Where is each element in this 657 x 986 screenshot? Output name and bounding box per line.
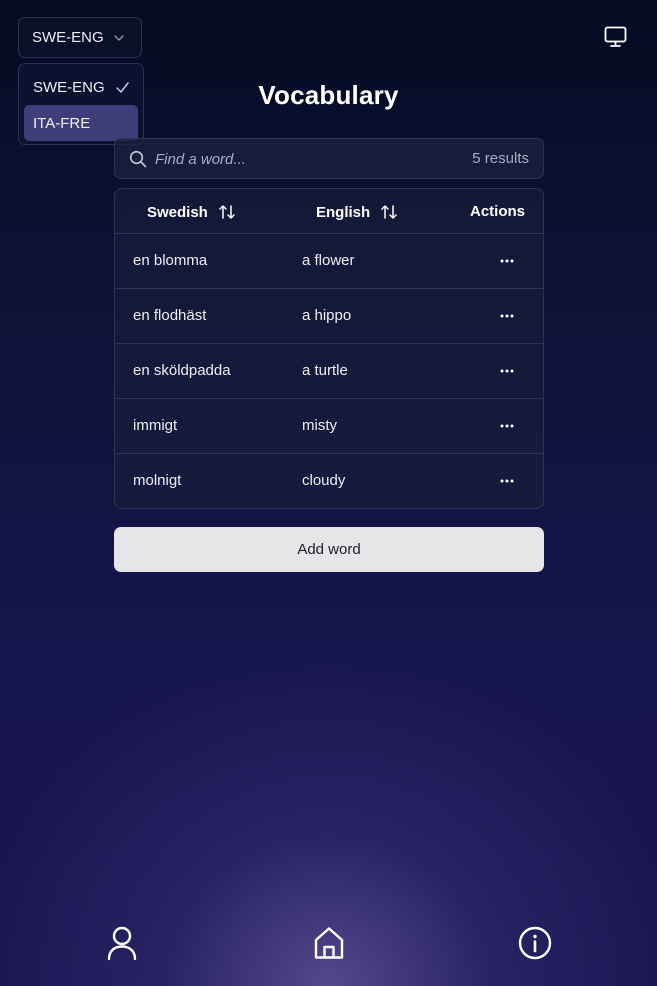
column-header-english[interactable]: English xyxy=(316,203,398,221)
search-input[interactable] xyxy=(155,145,455,173)
column-header-label: English xyxy=(316,203,371,221)
user-icon[interactable] xyxy=(105,925,139,961)
column-header-swedish[interactable]: Swedish xyxy=(147,203,236,221)
more-horizontal-icon[interactable] xyxy=(499,308,515,324)
swedish-word: immigt xyxy=(133,417,178,434)
swedish-word: en flodhäst xyxy=(133,307,207,324)
sort-icon xyxy=(219,205,235,219)
table-row: immigt misty xyxy=(115,399,543,454)
monitor-icon[interactable] xyxy=(604,26,627,48)
search-icon xyxy=(129,150,147,168)
search-bar: 5 results xyxy=(114,138,544,179)
table-row: molnigt cloudy xyxy=(115,454,543,508)
more-horizontal-icon[interactable] xyxy=(499,418,515,434)
info-icon[interactable] xyxy=(518,925,552,961)
english-word: a turtle xyxy=(302,362,348,379)
sort-icon xyxy=(381,205,397,219)
english-word: misty xyxy=(302,417,337,434)
more-horizontal-icon[interactable] xyxy=(499,363,515,379)
english-word: a flower xyxy=(302,252,355,269)
column-header-label: Swedish xyxy=(147,203,208,221)
table-row: en sköldpadda a turtle xyxy=(115,344,543,399)
vocabulary-table: Swedish English Actions en blomma a flow… xyxy=(114,188,544,509)
table-row: en flodhäst a hippo xyxy=(115,289,543,344)
english-word: cloudy xyxy=(302,472,346,489)
table-row: en blomma a flower xyxy=(115,234,543,289)
swedish-word: molnigt xyxy=(133,472,182,489)
add-word-button[interactable]: Add word xyxy=(114,527,544,572)
language-option-label: ITA-FRE xyxy=(33,114,91,132)
swedish-word: en blomma xyxy=(133,252,208,269)
more-horizontal-icon[interactable] xyxy=(499,253,515,269)
language-select[interactable]: SWE-ENG xyxy=(18,17,142,58)
column-header-label: Actions xyxy=(469,203,525,220)
table-header: Swedish English Actions xyxy=(115,189,543,234)
more-horizontal-icon[interactable] xyxy=(499,473,515,489)
column-header-actions: Actions xyxy=(470,203,525,220)
chevron-down-icon xyxy=(114,35,124,41)
results-count: 5 results xyxy=(472,150,529,167)
language-select-value: SWE-ENG xyxy=(32,29,104,46)
home-icon[interactable] xyxy=(312,925,346,961)
page-title: Vocabulary xyxy=(258,80,399,110)
english-word: a hippo xyxy=(302,307,352,324)
swedish-word: en sköldpadda xyxy=(133,362,231,379)
